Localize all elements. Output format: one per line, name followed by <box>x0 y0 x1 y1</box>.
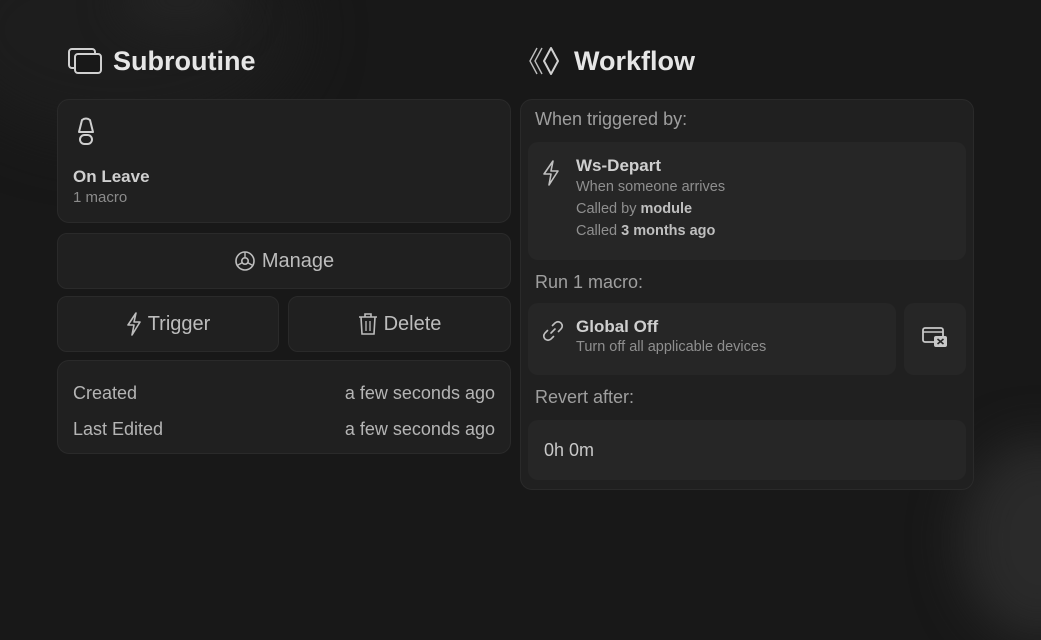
macro-count: 1 macro <box>73 189 128 206</box>
manage-label: Manage <box>261 249 335 272</box>
subroutine-column: Subroutine On Leave 1 macro Manage Trigg… <box>57 40 511 454</box>
workflow-column: Workflow When triggered by: Ws-Depart Wh… <box>520 40 974 490</box>
last-edited-row: Last Edited a few seconds ago <box>73 411 495 447</box>
macro-description: Turn off all applicable devices <box>576 339 767 355</box>
workflow-title: Workflow <box>574 45 695 76</box>
subroutine-title: Subroutine <box>113 45 256 76</box>
run-macro-label: Run 1 macro: <box>535 272 644 292</box>
stacked-windows-icon <box>67 46 103 76</box>
called-by-line: Called by module <box>576 201 725 217</box>
manage-button[interactable]: Manage <box>57 233 511 289</box>
called-value: 3 months ago <box>621 223 716 239</box>
trigger-label: Trigger <box>147 312 211 335</box>
revert-duration-field[interactable]: 0h 0m <box>528 420 966 480</box>
macro-row: Global Off Turn off all applicable devic… <box>528 303 966 375</box>
subroutine-info-card: On Leave 1 macro <box>57 99 511 223</box>
called-time-line: Called 3 months ago <box>576 223 725 239</box>
created-value: a few seconds ago <box>344 382 495 403</box>
subroutine-name: On Leave <box>73 167 150 186</box>
macro-card[interactable]: Global Off Turn off all applicable devic… <box>528 303 897 375</box>
link-icon <box>542 317 576 361</box>
created-label: Created <box>73 382 138 403</box>
workflow-panel: When triggered by: Ws-Depart When someon… <box>520 99 974 490</box>
trigger-description: When someone arrives <box>576 179 726 195</box>
meta-card: Created a few seconds ago Last Edited a … <box>57 360 511 454</box>
subroutine-header: Subroutine <box>67 40 511 82</box>
gear-icon <box>234 250 256 272</box>
lightning-icon <box>542 156 576 260</box>
trigger-card[interactable]: Ws-Depart When someone arrives Called by… <box>528 142 966 260</box>
action-buttons: Trigger Delete <box>57 296 511 352</box>
trigger-name: Ws-Depart <box>576 156 662 175</box>
macro-name: Global Off <box>576 317 659 336</box>
trigger-details: Ws-Depart When someone arrives Called by… <box>576 156 725 260</box>
remove-window-icon <box>921 326 949 353</box>
lamp-icon <box>73 116 495 153</box>
trash-icon <box>358 312 378 336</box>
triggered-by-label: When triggered by: <box>535 109 688 129</box>
trigger-button[interactable]: Trigger <box>57 296 279 352</box>
called-by-prefix: Called by <box>576 201 637 217</box>
last-edited-value: a few seconds ago <box>344 418 495 439</box>
last-edited-label: Last Edited <box>73 418 164 439</box>
macro-details: Global Off Turn off all applicable devic… <box>576 317 766 361</box>
revert-after-label: Revert after: <box>535 387 635 407</box>
workflow-header: Workflow <box>528 40 974 82</box>
delete-button[interactable]: Delete <box>288 296 511 352</box>
workflow-diamond-icon <box>528 46 564 76</box>
created-row: Created a few seconds ago <box>73 375 495 411</box>
called-by-value: module <box>640 201 693 217</box>
remove-macro-button[interactable] <box>904 303 966 375</box>
lightning-icon <box>126 312 142 336</box>
called-prefix: Called <box>576 223 618 239</box>
delete-label: Delete <box>383 312 442 335</box>
